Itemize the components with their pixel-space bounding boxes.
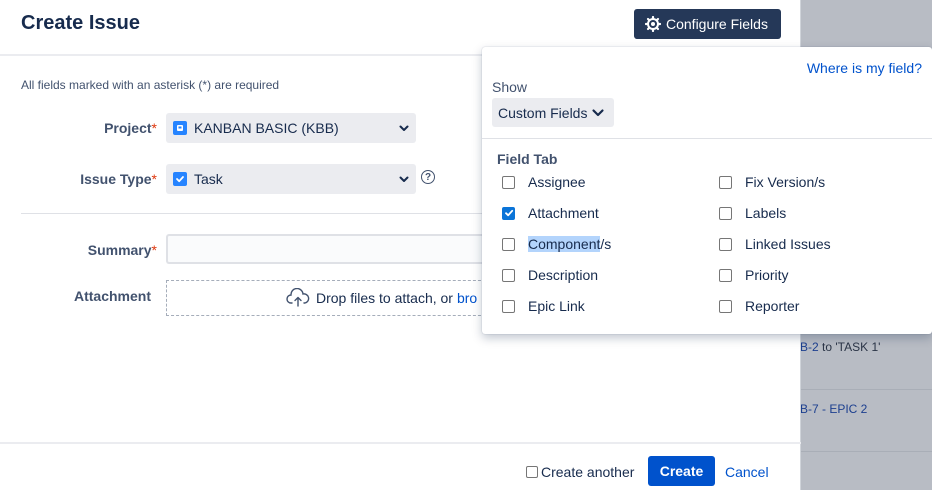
field-option-label: Linked Issues [745, 236, 831, 252]
text-selection-highlight: Component [528, 236, 601, 252]
summary-label: Summary* [40, 242, 157, 258]
popover-divider [482, 138, 932, 139]
field-option-priority[interactable]: Priority [719, 267, 789, 283]
field-option-label-suffix: /s [600, 236, 612, 252]
background-row: B-7 - EPIC 2 [800, 389, 932, 451]
field-tab-heading: Field Tab [497, 151, 558, 167]
chevron-down-icon [398, 172, 410, 184]
attachment-dropzone[interactable]: Drop files to attach, or bro [166, 280, 491, 316]
issue-type-select[interactable]: Task [166, 164, 416, 194]
field-option-label: Fix Version/s [745, 174, 826, 190]
project-label: Project* [60, 120, 157, 136]
field-option-label: Labels [745, 205, 787, 221]
background-issue-link[interactable]: B-7 - EPIC 2 [800, 402, 867, 416]
configure-fields-label: Configure Fields [666, 16, 768, 32]
field-option-label: Priority [745, 267, 789, 283]
section-divider [21, 213, 491, 214]
checkbox[interactable] [502, 268, 515, 282]
field-option-label: Epic Link [528, 298, 585, 314]
checkbox[interactable] [719, 175, 732, 189]
field-option-label: Assignee [528, 174, 586, 190]
where-is-my-field-link[interactable]: Where is my field? [807, 60, 922, 76]
field-option-label: Attachment [528, 205, 599, 221]
background-row: B-2 to 'TASK 1' [800, 327, 932, 389]
create-another-checkbox[interactable] [526, 466, 538, 478]
chevron-down-icon [398, 121, 410, 133]
configure-fields-button[interactable]: Configure Fields [634, 9, 781, 39]
dialog-title: Create Issue [21, 12, 140, 34]
dropzone-text: Drop files to attach, or [316, 290, 453, 306]
required-asterisk: * [151, 120, 157, 136]
project-avatar-icon [173, 121, 187, 135]
field-option-fix-versions[interactable]: Fix Version/s [719, 174, 825, 190]
field-option-label: Component/s [528, 236, 611, 252]
field-option-epic-link[interactable]: Epic Link [502, 298, 585, 314]
project-select[interactable]: KANBAN BASIC (KBB) [166, 113, 416, 143]
field-option-reporter[interactable]: Reporter [719, 298, 799, 314]
project-value: KANBAN BASIC (KBB) [194, 120, 339, 136]
background-row-text: to 'TASK 1' [822, 340, 881, 354]
attachment-label: Attachment [73, 288, 151, 304]
issue-type-value: Task [194, 171, 223, 187]
field-option-linked-issues[interactable]: Linked Issues [719, 236, 831, 252]
checkbox[interactable] [502, 175, 515, 189]
field-option-label: Reporter [745, 298, 800, 314]
background-issue-link[interactable]: B-2 [800, 340, 819, 354]
project-label-text: Project [104, 120, 152, 136]
field-option-description[interactable]: Description [502, 267, 598, 283]
chevron-down-icon [591, 106, 605, 120]
checkbox[interactable] [719, 268, 732, 282]
required-asterisk: * [151, 171, 157, 187]
create-button[interactable]: Create [648, 456, 715, 486]
required-asterisk: * [151, 242, 157, 258]
show-label: Show [492, 79, 528, 95]
create-another-option[interactable]: Create another [526, 464, 634, 480]
task-icon [173, 172, 187, 186]
checkbox[interactable] [502, 237, 515, 251]
field-option-assignee[interactable]: Assignee [502, 174, 586, 190]
field-option-components[interactable]: Component/s [502, 236, 611, 252]
browse-link[interactable]: bro [457, 290, 477, 306]
help-icon[interactable]: ? [421, 170, 435, 184]
checkbox[interactable] [719, 206, 732, 220]
checkbox-checked[interactable] [502, 206, 515, 220]
cloud-upload-icon [286, 288, 310, 308]
gear-icon [645, 16, 661, 32]
checkbox[interactable] [502, 299, 515, 313]
summary-input[interactable] [166, 234, 491, 264]
required-note: All fields marked with an asterisk (*) a… [21, 78, 280, 92]
dialog-footer: Create another Create Cancel [0, 442, 801, 490]
background-row [800, 451, 932, 490]
issue-type-label: Issue Type* [40, 171, 157, 187]
summary-label-text: Summary [87, 242, 152, 258]
checkbox[interactable] [719, 299, 732, 313]
field-option-labels[interactable]: Labels [719, 205, 786, 221]
checkbox[interactable] [719, 237, 732, 251]
cancel-link[interactable]: Cancel [725, 464, 769, 480]
issue-type-label-text: Issue Type [80, 171, 152, 187]
checkmark-icon [504, 209, 513, 217]
field-option-label: Description [528, 267, 599, 283]
show-fields-select[interactable]: Custom Fields [492, 98, 614, 127]
field-option-attachment[interactable]: Attachment [502, 205, 599, 221]
create-another-label: Create another [541, 464, 635, 480]
show-fields-value: Custom Fields [498, 104, 588, 121]
configure-fields-popover: Where is my field? Show Custom Fields Fi… [482, 47, 932, 334]
